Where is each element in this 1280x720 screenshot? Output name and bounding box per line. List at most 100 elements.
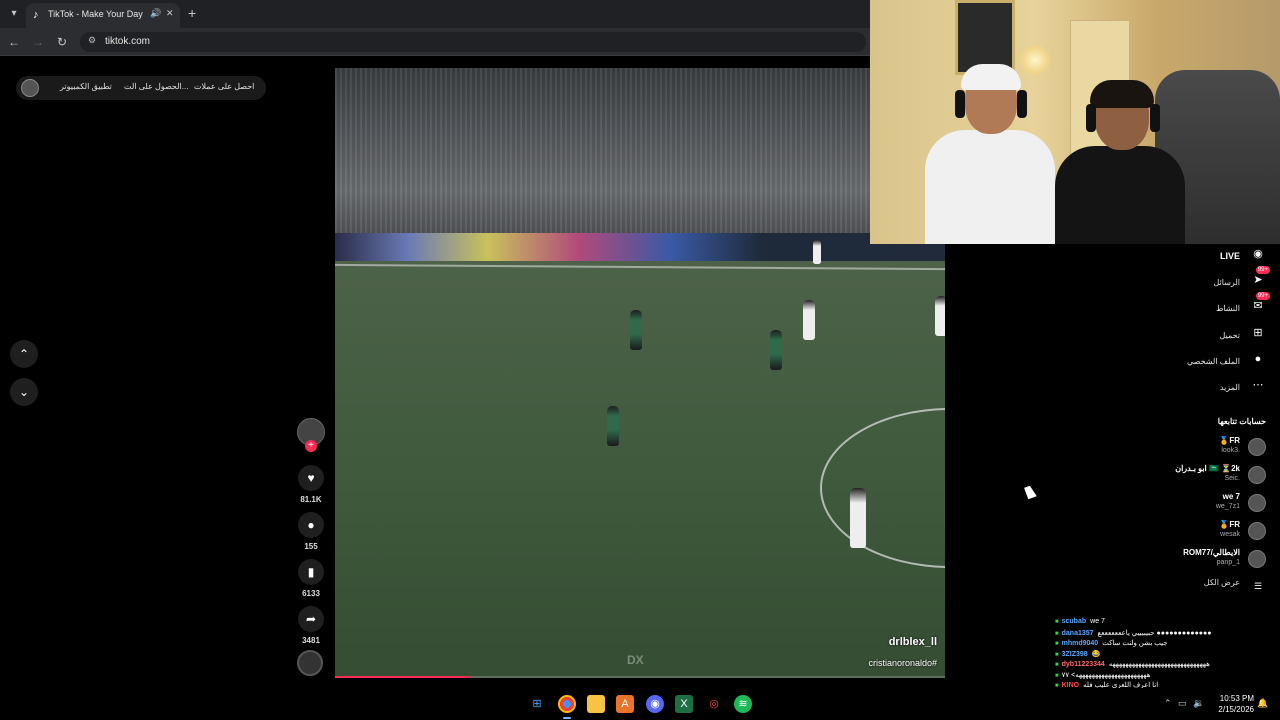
notification-badge: 99+ bbox=[1255, 266, 1270, 274]
chat-username: mhmd9040 bbox=[1061, 640, 1099, 647]
close-tab-icon[interactable]: ✕ bbox=[166, 8, 174, 19]
capture-icon[interactable]: ◎ bbox=[705, 695, 723, 713]
headset bbox=[1017, 90, 1027, 118]
file-explorer-icon[interactable] bbox=[587, 695, 605, 713]
screen: ▾ ♪ TikTok - Make Your Day 🔊 ✕ + ← → ↻ ⚙… bbox=[0, 0, 1280, 720]
chat-text: جيب بشن ولنت ساكت bbox=[1102, 640, 1168, 647]
following-item[interactable]: 🏅FR look3. bbox=[1116, 436, 1266, 458]
video-watermark: DX bbox=[627, 653, 644, 667]
discord-icon[interactable]: ◉ bbox=[646, 695, 664, 713]
streamer-right bbox=[1050, 80, 1190, 244]
like-count: 81.1K bbox=[300, 495, 322, 504]
clock[interactable]: 10:53 PM 2/15/2026 bbox=[1208, 693, 1254, 715]
browser-tab-bar: ▾ ♪ TikTok - Make Your Day 🔊 ✕ + bbox=[0, 0, 870, 28]
clock-time: 10:53 PM bbox=[1219, 694, 1254, 703]
following-name: ابو بـدران 🇸🇦 ⏳2k bbox=[1175, 464, 1240, 473]
sidebar-item-profile[interactable]: الملف الشخصي ● bbox=[1187, 351, 1266, 369]
chrome-icon[interactable] bbox=[558, 695, 576, 713]
following-item[interactable]: ابو بـدران 🇸🇦 ⏳2k Seic. bbox=[1116, 464, 1266, 486]
chat-username: scubab bbox=[1061, 618, 1087, 625]
url-field[interactable]: ⚙ tiktok.com bbox=[80, 32, 866, 52]
music-disc-icon[interactable] bbox=[297, 650, 323, 676]
chat-badge-icon: ■ bbox=[1055, 630, 1059, 637]
comment-button[interactable]: ● bbox=[298, 512, 324, 538]
notification-badge: 99+ bbox=[1255, 292, 1270, 300]
notification-bell-icon[interactable]: 🔔 bbox=[1257, 698, 1268, 709]
player bbox=[813, 240, 821, 264]
video-progress-bar[interactable] bbox=[335, 676, 945, 678]
chat-text: ههههههههههههههههههههههههههههههه bbox=[1108, 661, 1210, 668]
following-title: حسابات تتابعها bbox=[1217, 417, 1266, 426]
video-hashtag[interactable]: cristianoronaldo# bbox=[868, 658, 937, 668]
following-handle: look3. bbox=[1221, 447, 1240, 454]
chat-text: ههههههههههههههههههههههه> ٧٧ bbox=[1061, 671, 1151, 679]
top-actions-bar: تطبيق الكمبيوتر الحصول على الت... احصل ع… bbox=[16, 76, 266, 100]
player bbox=[630, 310, 642, 350]
following-item[interactable]: we 7 we_7z1 bbox=[1116, 492, 1266, 514]
speaker-icon[interactable]: 🔊 bbox=[150, 8, 161, 19]
following-handle: we_7z1 bbox=[1215, 503, 1240, 510]
streamer-left bbox=[925, 60, 1055, 244]
sidebar-item-label: المزيد bbox=[1219, 383, 1240, 392]
get-app-link[interactable]: الحصول على الت... bbox=[124, 82, 188, 91]
volume-icon[interactable]: 🔉 bbox=[1193, 698, 1204, 709]
chat-badge-icon: ■ bbox=[1055, 619, 1059, 625]
follow-plus-icon[interactable]: + bbox=[305, 440, 317, 452]
previous-video-button[interactable]: ⌃ bbox=[10, 340, 38, 368]
reload-button[interactable]: ↻ bbox=[54, 34, 70, 50]
site-info-icon[interactable]: ⚙ bbox=[88, 35, 96, 46]
video-author[interactable]: drlblex_ll bbox=[889, 636, 937, 648]
sidebar-item-messages[interactable]: الرسائل ➤ 99+ bbox=[1214, 266, 1270, 290]
chat-username: dana1357 bbox=[1061, 629, 1094, 637]
get-coins-link[interactable]: احصل على عملات bbox=[194, 82, 254, 91]
chat-badge-icon: ■ bbox=[1055, 651, 1059, 658]
sidebar-item-more[interactable]: المزيد ⋯ bbox=[1220, 377, 1266, 395]
player bbox=[803, 300, 815, 340]
active-app-indicator bbox=[563, 717, 571, 719]
tab-search-icon[interactable]: ▾ bbox=[6, 6, 22, 22]
sidebar-item-upload[interactable]: تحميل ⊞ bbox=[1220, 325, 1267, 343]
following-handle: wesak bbox=[1220, 531, 1240, 538]
ad-board bbox=[335, 233, 945, 261]
browser-tab[interactable]: ♪ TikTok - Make Your Day 🔊 ✕ bbox=[26, 3, 180, 28]
save-count: 6133 bbox=[302, 589, 320, 598]
video-player[interactable]: DX drlblex_ll cristianoronaldo# bbox=[335, 68, 945, 678]
network-icon[interactable]: ▭ bbox=[1178, 698, 1187, 709]
spotify-icon[interactable]: ≋ bbox=[734, 695, 752, 713]
back-button[interactable]: ← bbox=[6, 34, 22, 50]
like-button[interactable]: ♥ bbox=[298, 465, 324, 491]
list-icon: ☰ bbox=[1253, 581, 1263, 591]
player bbox=[935, 296, 945, 336]
see-all-button[interactable]: عرض الكل ☰ bbox=[1116, 578, 1266, 600]
forward-button[interactable]: → bbox=[30, 34, 46, 50]
avatar bbox=[1248, 550, 1266, 568]
excel-icon[interactable]: X bbox=[675, 695, 693, 713]
address-bar-row: ← → ↻ ⚙ tiktok.com bbox=[0, 28, 870, 56]
chat-message: ■scubabwe 7 bbox=[1055, 618, 1280, 628]
following-item[interactable]: 🏅FR wesak bbox=[1116, 520, 1266, 542]
following-item[interactable]: ROM77/الايطالي panp_1 bbox=[1116, 548, 1266, 570]
stadium-crowd bbox=[335, 68, 945, 243]
headset bbox=[955, 90, 965, 118]
sidebar-item-activity[interactable]: النشاط ✉ 99+ bbox=[1216, 292, 1270, 316]
desktop-app-link[interactable]: تطبيق الكمبيوتر bbox=[60, 82, 112, 91]
next-video-button[interactable]: ⌄ bbox=[10, 378, 38, 406]
avatar bbox=[1248, 522, 1266, 540]
avatar[interactable] bbox=[21, 79, 39, 97]
player bbox=[770, 330, 782, 370]
following-handle: Seic. bbox=[1224, 475, 1240, 482]
chevron-up-icon[interactable]: ⌃ bbox=[1164, 698, 1172, 709]
sidebar-item-label: تحميل bbox=[1219, 331, 1241, 340]
save-button[interactable]: ▮ bbox=[298, 559, 324, 585]
windows-start-icon[interactable]: ⊞ bbox=[528, 695, 546, 713]
webcam-overlay bbox=[870, 0, 1280, 244]
see-all-label: عرض الكل bbox=[1203, 578, 1240, 587]
app-icon[interactable]: A bbox=[616, 695, 634, 713]
share-button[interactable]: ➦ bbox=[298, 606, 324, 632]
video-progress-fill bbox=[335, 676, 470, 678]
following-list: 🏅FR look3. ابو بـدران 🇸🇦 ⏳2k Seic. we 7 … bbox=[1106, 436, 1266, 596]
sidebar-item-live[interactable]: LIVE ◉ bbox=[1220, 246, 1266, 264]
new-tab-button[interactable]: + bbox=[188, 5, 196, 21]
comment-count: 155 bbox=[304, 542, 318, 551]
avatar-icon: ● bbox=[1254, 353, 1262, 365]
